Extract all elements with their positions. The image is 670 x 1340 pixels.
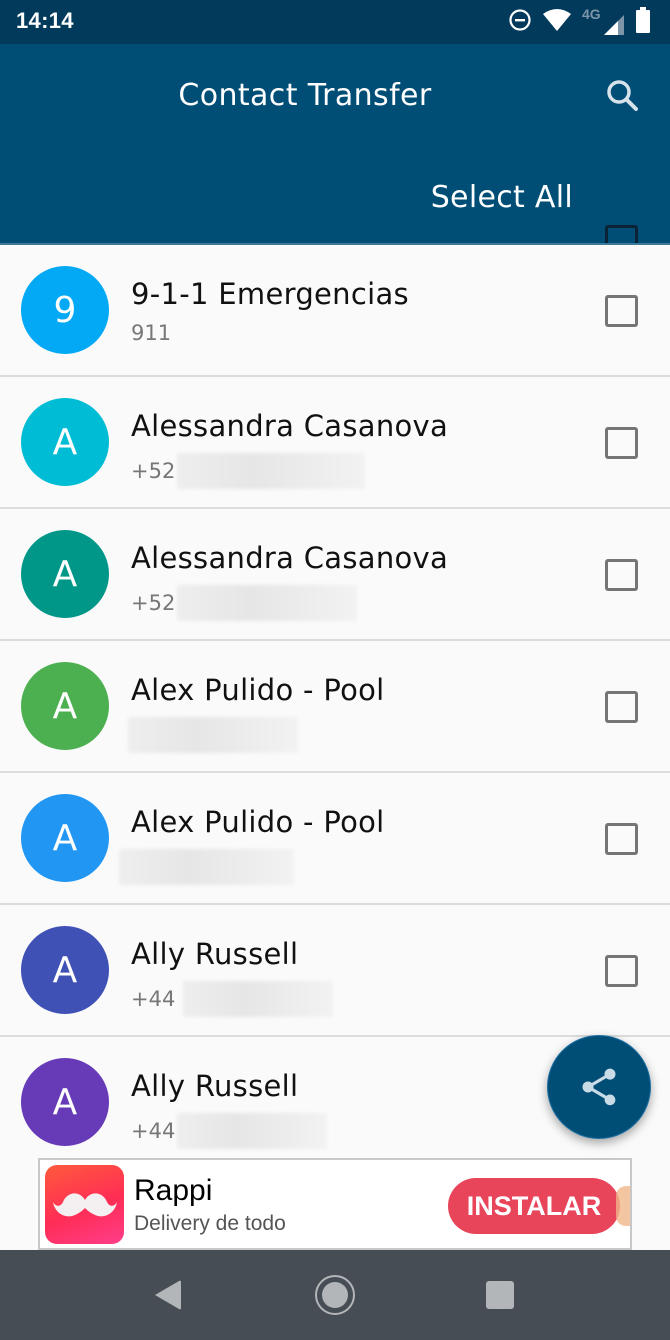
contact-avatar: A [21,1058,109,1146]
contact-name: Ally Russell [131,1069,299,1103]
contact-row[interactable]: A Ally Russell +44 [0,905,670,1037]
search-button[interactable] [603,76,643,116]
redacted-phone [177,585,358,621]
contact-row[interactable]: A Alex Pulido - Pool [0,641,670,773]
contact-checkbox[interactable] [605,295,638,327]
contact-name: Alex Pulido - Pool [131,673,385,707]
do-not-disturb-icon [508,8,532,36]
cell-signal-icon: 4G [582,6,626,36]
redacted-phone [183,981,334,1017]
ad-banner[interactable]: Rappi Delivery de todo INSTALAR [38,1158,632,1250]
redacted-phone [177,1113,328,1149]
redacted-phone [128,717,298,753]
share-icon [582,1068,616,1106]
recents-icon [486,1281,514,1309]
contact-row[interactable]: A Alessandra Casanova +52 [0,509,670,641]
wifi-icon [542,8,572,36]
contact-checkbox[interactable] [605,691,638,723]
contact-row[interactable]: A Alex Pulido - Pool [0,773,670,905]
contact-phone: +52 [131,585,358,621]
contact-phone [128,717,298,753]
contact-phone: +44 [131,981,334,1017]
battery-icon [636,7,650,37]
app-title: Contact Transfer [178,78,432,113]
mustache-icon [52,1192,117,1216]
contact-name: Alex Pulido - Pool [131,805,385,839]
contact-avatar: A [21,662,109,750]
redacted-phone [119,849,294,885]
search-icon [607,80,638,111]
home-icon [315,1275,355,1315]
system-nav-bar [0,1250,670,1340]
status-icons: 4G [508,6,650,37]
contact-avatar: 9 [21,266,109,354]
contact-checkbox[interactable] [605,823,638,855]
phone-prefix: +44 [131,1119,176,1143]
back-icon [155,1280,181,1310]
share-fab-button[interactable] [547,1035,651,1139]
app-bar: Contact Transfer Select All [0,44,670,258]
recents-button[interactable] [480,1275,520,1315]
contact-avatar: A [21,398,109,486]
back-button[interactable] [148,1275,188,1315]
home-button[interactable] [312,1272,358,1318]
contact-phone: +52 [131,453,366,489]
phone-prefix: +44 [131,987,176,1011]
phone-prefix: 911 [131,321,172,345]
redacted-phone [177,453,366,489]
ad-install-button[interactable]: INSTALAR [448,1178,620,1234]
contact-phone: +44 [131,1113,328,1149]
ad-title: Rappi [134,1174,213,1207]
contact-phone: 911 [131,321,171,345]
ad-subtitle: Delivery de todo [134,1212,286,1235]
status-bar: 14:14 4G [0,0,670,44]
status-time: 14:14 [16,8,74,33]
contact-phone [119,849,294,885]
ad-decoration [616,1186,630,1226]
contact-avatar: A [21,794,109,882]
select-all-label: Select All [430,180,573,215]
contact-checkbox[interactable] [605,955,638,987]
rappi-app-icon [45,1165,124,1244]
contact-name: Alessandra Casanova [131,409,449,443]
contact-row[interactable]: A Alessandra Casanova +52 [0,377,670,509]
contact-avatar: A [21,530,109,618]
contact-name: 9-1-1 Emergencias [131,277,409,311]
network-type-label: 4G [582,6,601,22]
contact-avatar: A [21,926,109,1014]
contact-checkbox[interactable] [605,559,638,591]
phone-prefix: +52 [131,591,176,615]
contact-name: Ally Russell [131,937,299,971]
contact-list: 9 9-1-1 Emergencias 911 A Alessandra Cas… [0,245,670,1169]
contact-row[interactable]: 9 9-1-1 Emergencias 911 [0,245,670,377]
contact-checkbox[interactable] [605,427,638,459]
contact-name: Alessandra Casanova [131,541,449,575]
phone-prefix: +52 [131,459,176,483]
